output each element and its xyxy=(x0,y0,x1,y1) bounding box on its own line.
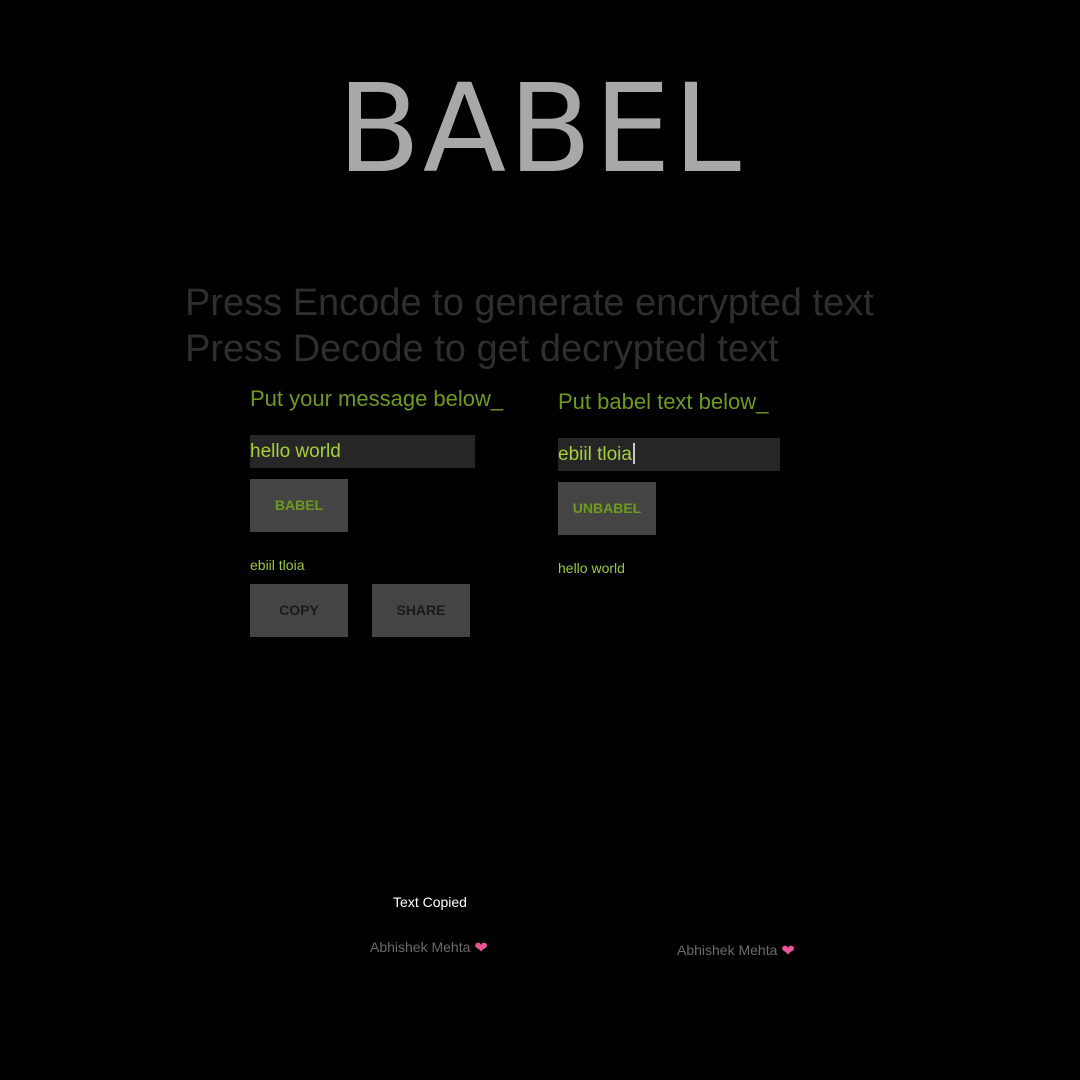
message-input-value: hello world xyxy=(250,441,341,462)
instruction-encode: Press Encode to generate encrypted text xyxy=(185,282,874,324)
message-input[interactable]: hello world xyxy=(250,435,475,468)
instructions: Press Encode to generate encrypted text … xyxy=(185,280,945,372)
instruction-decode: Press Decode to get decrypted text xyxy=(185,328,779,370)
copy-button[interactable]: COPY xyxy=(250,584,348,637)
babel-text-input-value: ebiil tloia xyxy=(558,444,632,465)
credit-left: Abhishek Mehta ❤ xyxy=(370,938,488,958)
babel-button[interactable]: BABEL xyxy=(250,479,348,532)
unbabel-button[interactable]: UNBABEL xyxy=(558,482,656,535)
credit-left-name: Abhishek Mehta xyxy=(370,939,471,955)
toast-message: Text Copied xyxy=(393,894,467,910)
text-caret xyxy=(632,443,635,464)
app-title: BABEL xyxy=(337,58,743,200)
heart-icon: ❤ xyxy=(474,940,488,957)
credit-right-name: Abhishek Mehta xyxy=(677,942,778,958)
babel-text-input[interactable]: ebiil tloia xyxy=(558,438,780,471)
decode-heading: Put babel text below_ xyxy=(558,389,769,414)
share-button[interactable]: SHARE xyxy=(372,584,470,637)
encoded-result: ebiil tloia xyxy=(250,557,305,573)
encode-heading: Put your message below_ xyxy=(250,386,504,411)
heart-icon: ❤ xyxy=(781,943,795,960)
decoded-result: hello world xyxy=(558,560,625,576)
credit-right: Abhishek Mehta ❤ xyxy=(677,941,795,961)
